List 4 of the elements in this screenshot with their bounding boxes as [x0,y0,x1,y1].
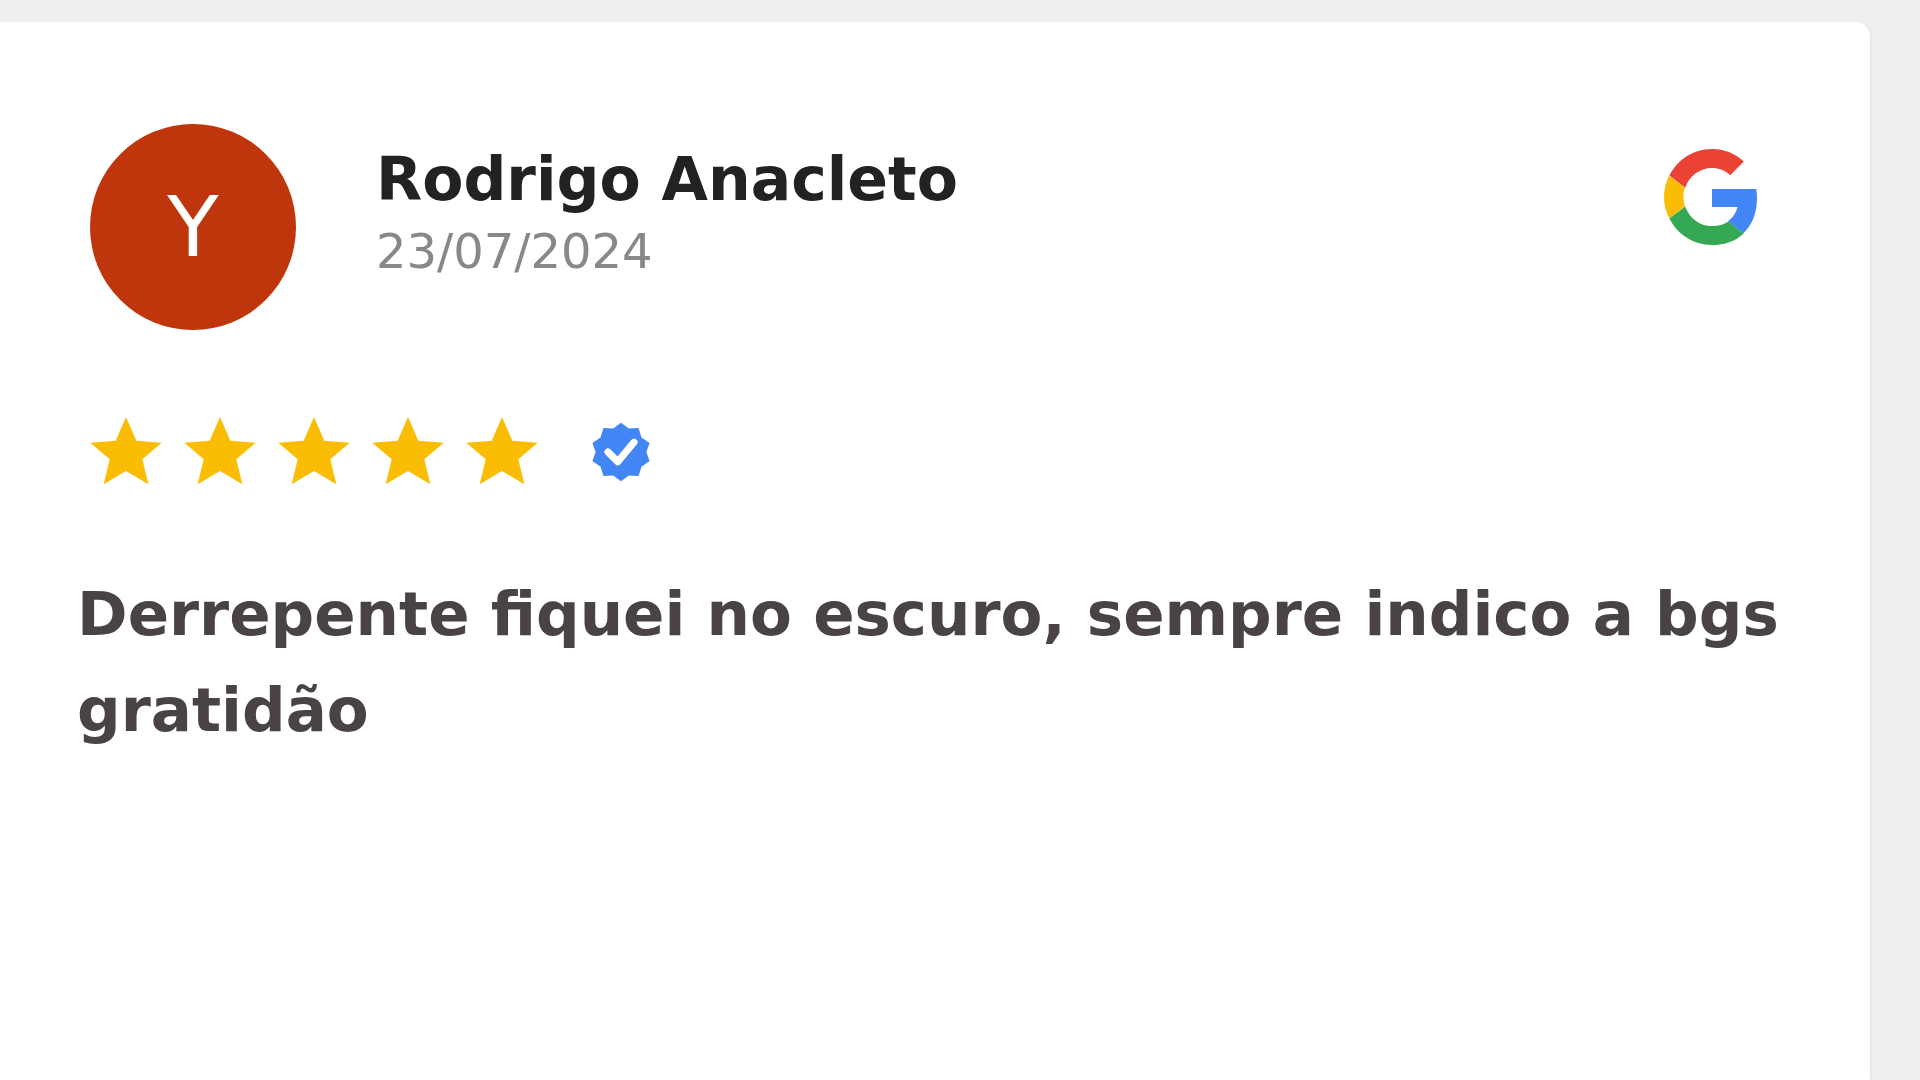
google-logo-icon [1664,149,1760,245]
review-text: Derrepente fiquei no escuro, sempre indico a bgs gratidão [77,577,1780,747]
review-date: 23/07/2024 [376,227,654,275]
avatar: Y [90,124,296,330]
